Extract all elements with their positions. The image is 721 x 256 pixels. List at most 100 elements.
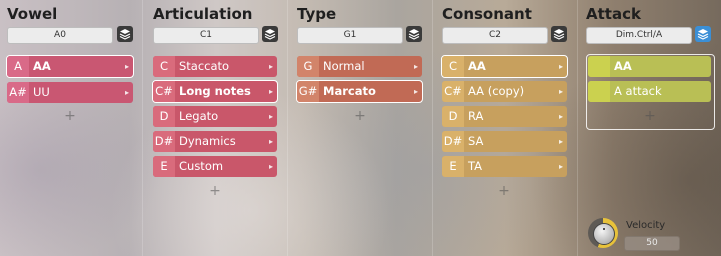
add-consonant-button[interactable]: +	[497, 183, 511, 199]
column-divider	[142, 0, 143, 256]
item-label: TA	[468, 159, 482, 173]
note-label: E	[153, 156, 175, 177]
chevron-right-icon: ▸	[558, 112, 563, 121]
vowel-item-aa[interactable]: A AA ▸	[6, 55, 134, 78]
articulation-item-long-notes[interactable]: C# Long notes ▸	[152, 80, 278, 103]
articulation-layers-button[interactable]	[262, 26, 278, 42]
consonant-item-ra[interactable]: D RA ▸	[442, 106, 567, 127]
column-divider	[287, 0, 288, 256]
consonant-key-selector[interactable]: C2	[442, 27, 548, 44]
type-item-marcato[interactable]: G# Marcato ▸	[296, 80, 423, 103]
attack-key-selector[interactable]: Dim.Ctrl/A	[586, 27, 692, 44]
type-title: Type	[297, 5, 337, 23]
item-label: UU	[33, 85, 50, 99]
consonant-item-aa[interactable]: C AA ▸	[441, 55, 568, 78]
consonant-layers-button[interactable]	[551, 26, 567, 42]
item-label: AA	[614, 59, 632, 73]
articulation-item-custom[interactable]: E Custom ▸	[153, 156, 277, 177]
velocity-knob[interactable]	[588, 218, 618, 248]
note-label: G#	[297, 81, 319, 102]
vowel-column: Vowel A0 A AA ▸ A# UU ▸ +	[6, 0, 135, 256]
type-key-selector[interactable]: G1	[297, 27, 403, 44]
note-swatch	[588, 81, 610, 102]
velocity-value-field[interactable]: 50	[624, 236, 680, 251]
consonant-item-sa[interactable]: D# SA ▸	[442, 131, 567, 152]
item-label: SA	[468, 134, 484, 148]
chevron-right-icon: ▸	[558, 137, 563, 146]
consonant-item-aa-copy[interactable]: C# AA (copy) ▸	[442, 81, 567, 102]
add-attack-button[interactable]: +	[643, 108, 657, 124]
note-label: D#	[442, 131, 464, 152]
note-swatch	[588, 56, 610, 77]
item-label: Normal	[323, 59, 365, 73]
note-label: C	[442, 56, 464, 77]
vowel-layers-button[interactable]	[117, 26, 133, 42]
note-label: D#	[153, 131, 175, 152]
vowel-key-selector[interactable]: A0	[7, 27, 113, 44]
column-divider	[432, 0, 433, 256]
item-label: AA (copy)	[468, 84, 525, 98]
note-label: C#	[153, 81, 175, 102]
item-label: AA	[468, 59, 486, 73]
articulation-column: Articulation C1 C Staccato ▸ C# Long not…	[152, 0, 281, 256]
type-column: Type G1 G Normal ▸ G# Marcato ▸ +	[296, 0, 425, 256]
note-label: A	[7, 56, 29, 77]
vowel-item-uu[interactable]: A# UU ▸	[7, 82, 133, 103]
attack-item-aa[interactable]: AA	[588, 56, 711, 77]
item-label: Legato	[179, 109, 219, 123]
articulation-item-legato[interactable]: D Legato ▸	[153, 106, 277, 127]
item-label: AA	[33, 59, 51, 73]
attack-layers-button[interactable]	[695, 26, 711, 42]
note-label: G	[297, 56, 319, 77]
note-label: C#	[442, 81, 464, 102]
item-label: Dynamics	[179, 134, 236, 148]
type-layers-button[interactable]	[406, 26, 422, 42]
articulation-key-selector[interactable]: C1	[153, 27, 259, 44]
item-label: Long notes	[179, 84, 251, 98]
chevron-right-icon: ▸	[268, 112, 273, 121]
chevron-right-icon: ▸	[413, 62, 418, 71]
add-articulation-button[interactable]: +	[208, 183, 222, 199]
item-label: Marcato	[323, 84, 376, 98]
attack-title: Attack	[586, 5, 641, 23]
chevron-right-icon: ▸	[124, 62, 129, 71]
note-label: A#	[7, 82, 29, 103]
item-label: Staccato	[179, 59, 230, 73]
item-label: A attack	[614, 84, 662, 98]
column-divider	[577, 0, 578, 256]
velocity-label: Velocity	[626, 220, 666, 231]
consonant-column: Consonant C2 C AA ▸ C# AA (copy) ▸ D RA …	[441, 0, 570, 256]
consonant-item-ta[interactable]: E TA ▸	[442, 156, 567, 177]
type-item-normal[interactable]: G Normal ▸	[297, 56, 422, 77]
note-label: D	[442, 106, 464, 127]
layers-icon	[264, 29, 276, 40]
articulation-item-staccato[interactable]: C Staccato ▸	[153, 56, 277, 77]
chevron-right-icon: ▸	[268, 87, 273, 96]
knob-indicator	[603, 228, 605, 230]
attack-column: Attack Dim.Ctrl/A AA A attack + Velocity…	[586, 0, 716, 256]
layers-icon	[553, 29, 565, 40]
layers-icon	[697, 29, 709, 40]
note-label: D	[153, 106, 175, 127]
chevron-right-icon: ▸	[558, 87, 563, 96]
articulation-title: Articulation	[153, 5, 253, 23]
attack-item-a-attack[interactable]: A attack	[588, 81, 711, 102]
add-type-button[interactable]: +	[353, 108, 367, 124]
articulation-item-dynamics[interactable]: D# Dynamics ▸	[153, 131, 277, 152]
consonant-title: Consonant	[442, 5, 532, 23]
layers-icon	[119, 29, 131, 40]
layers-icon	[408, 29, 420, 40]
chevron-right-icon: ▸	[124, 88, 129, 97]
knob-icon	[593, 223, 615, 245]
item-label: Custom	[179, 159, 224, 173]
chevron-right-icon: ▸	[268, 137, 273, 146]
chevron-right-icon: ▸	[268, 162, 273, 171]
note-label: E	[442, 156, 464, 177]
chevron-right-icon: ▸	[558, 62, 563, 71]
chevron-right-icon: ▸	[268, 62, 273, 71]
chevron-right-icon: ▸	[558, 162, 563, 171]
note-label: C	[153, 56, 175, 77]
chevron-right-icon: ▸	[413, 87, 418, 96]
vowel-title: Vowel	[7, 5, 58, 23]
add-vowel-button[interactable]: +	[63, 108, 77, 124]
